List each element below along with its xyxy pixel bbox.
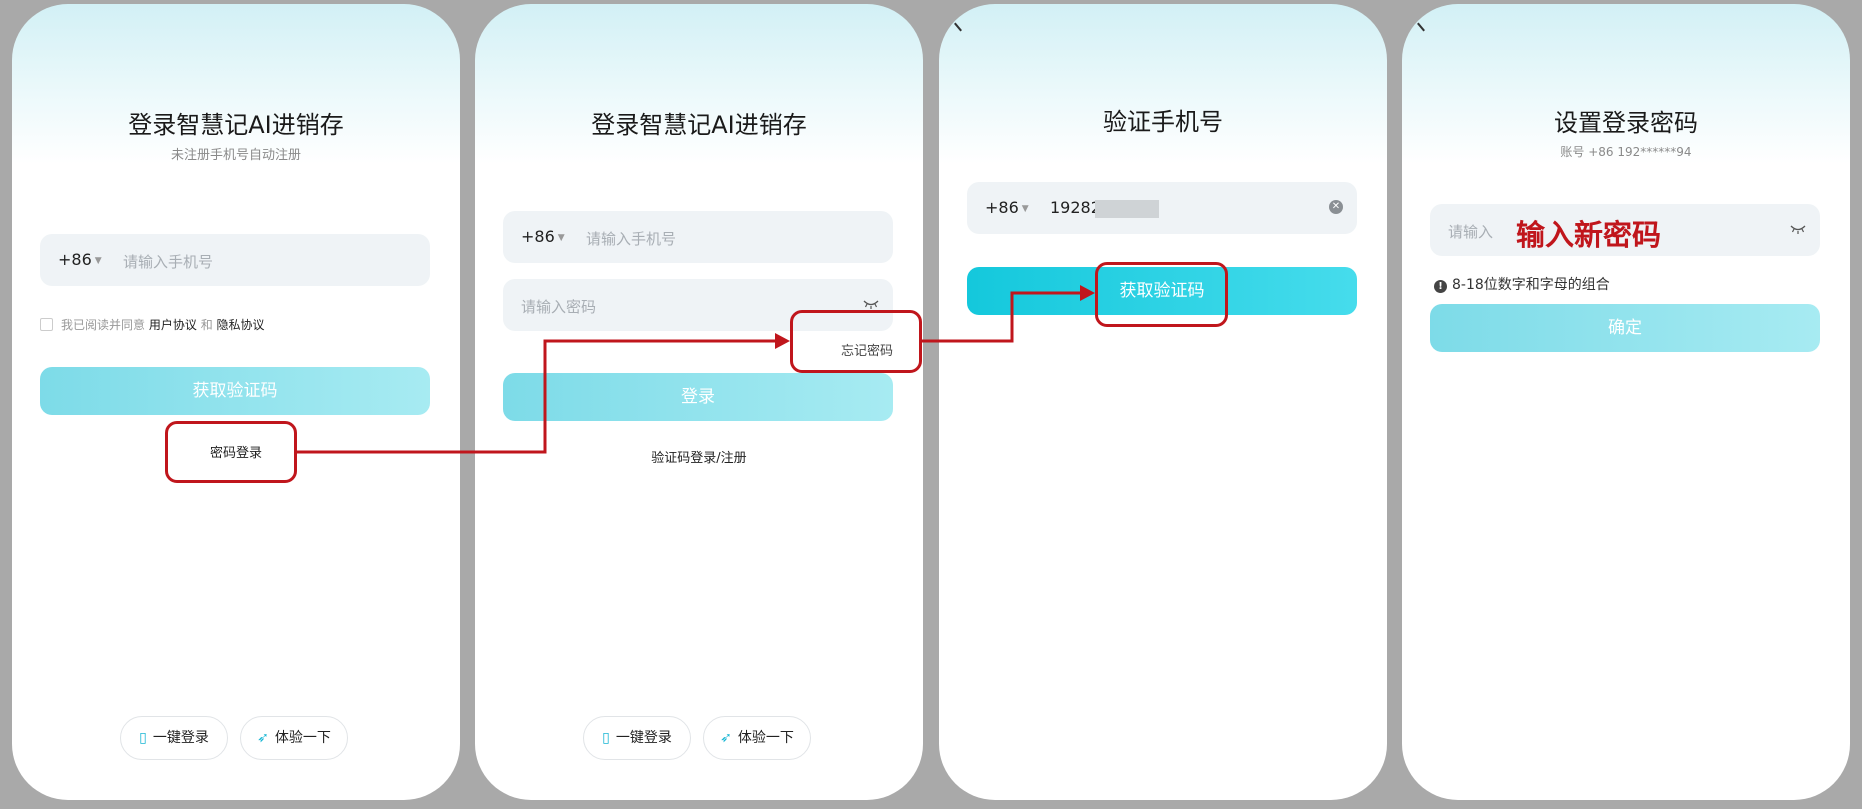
arrow-head <box>1080 285 1095 301</box>
arrow-to-get-code <box>922 291 1092 343</box>
arrow-head <box>775 333 790 349</box>
arrow-to-forgot-password <box>297 339 787 454</box>
flow-arrows <box>297 285 1095 454</box>
